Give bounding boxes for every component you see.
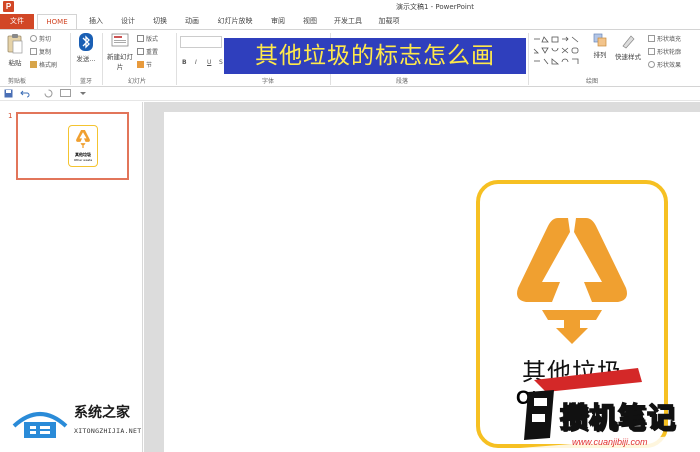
watermark-right-url: www.cuanjibiji.com [572, 437, 648, 447]
scissors-icon [30, 35, 37, 42]
format-painter-button[interactable]: 格式刷 [30, 60, 57, 69]
new-slide-button[interactable]: 新建幻灯片 [106, 33, 134, 71]
watermark-right-name: 攒机笔记 [559, 400, 677, 435]
pen-icon [648, 48, 655, 55]
section-icon [137, 61, 144, 68]
layout-button[interactable]: 版式 [137, 34, 158, 43]
xitongzhijia-logo-icon [12, 412, 68, 438]
tab-insert[interactable]: 插入 [84, 14, 108, 29]
copy-button[interactable]: 复制 [30, 47, 51, 56]
new-slide-icon [111, 33, 129, 47]
quick-access-toolbar [0, 87, 700, 101]
quick-styles-button[interactable]: 快速样式 [614, 33, 642, 61]
powerpoint-logo-icon[interactable]: P [3, 1, 14, 12]
reset-label: 重置 [146, 49, 159, 56]
shapes-gallery-icon[interactable] [532, 35, 584, 69]
title-bar: P 演示文稿1 - PowerPoint [0, 0, 700, 14]
bluetooth-group-label: 蓝牙 [80, 78, 93, 85]
quick-styles-icon [622, 35, 635, 49]
undo-icon[interactable] [20, 89, 30, 98]
ribbon-divider [528, 33, 529, 85]
layout-icon [137, 35, 144, 42]
cut-label: 剪切 [39, 36, 52, 43]
drawing-group-label: 绘图 [586, 78, 599, 85]
bluetooth-send-button[interactable]: 发送... [74, 33, 98, 63]
strikethrough-button[interactable]: S [219, 59, 223, 66]
brush-icon [30, 61, 37, 68]
bluetooth-send-label: 发送... [76, 55, 96, 63]
other-waste-symbol-icon[interactable] [516, 216, 628, 346]
ribbon-divider [102, 33, 103, 85]
copy-icon [30, 48, 37, 55]
reset-icon [137, 48, 144, 55]
tab-addins[interactable]: 加载项 [374, 14, 404, 29]
shape-outline-label: 形状轮廓 [657, 49, 682, 56]
cut-button[interactable]: 剪切 [30, 34, 51, 43]
italic-button[interactable]: I [195, 59, 197, 66]
slide-number: 1 [8, 112, 13, 120]
tab-slideshow[interactable]: 幻灯片放映 [212, 14, 258, 29]
shape-effects-label: 形状效果 [657, 62, 682, 69]
ribbon-divider [176, 33, 177, 85]
watermark-left-url: XITONGZHIJIA.NET [74, 427, 142, 435]
paste-icon [7, 34, 23, 54]
quick-styles-label: 快速样式 [615, 53, 641, 61]
ribbon-tabs: 文件 HOME 插入 设计 切换 动画 幻灯片放映 审阅 视图 开发工具 加载项 [0, 14, 700, 30]
watermark-xitongzhijia: 系统之家 XITONGZHIJIA.NET [10, 402, 160, 444]
bluetooth-icon [79, 33, 93, 51]
arrange-icon [593, 33, 607, 47]
article-title-banner: 其他垃圾的标志怎么画 [224, 38, 526, 74]
recycle-symbol-icon [76, 130, 90, 148]
shape-outline-button[interactable]: 形状轮廓 [648, 47, 681, 56]
shape-fill-button[interactable]: 形状填充 [648, 34, 681, 43]
slides-group-label: 幻灯片 [128, 78, 147, 85]
arrange-button[interactable]: 排列 [590, 33, 610, 59]
shape-fill-label: 形状填充 [657, 36, 682, 43]
tab-home[interactable]: HOME [37, 14, 77, 30]
copy-label: 复制 [39, 49, 52, 56]
arrange-label: 排列 [593, 51, 607, 59]
watermark-cuanjibiji: 攒机笔记 www.cuanjibiji.com [520, 368, 700, 452]
thumbnail-card: 其他垃圾 Other waste [68, 125, 98, 167]
section-button[interactable]: 节 [137, 60, 152, 69]
redo-icon[interactable] [44, 89, 53, 98]
font-group-label: 字体 [262, 78, 275, 85]
paste-button[interactable]: 粘贴 [4, 33, 26, 67]
slide-thumbnail[interactable]: 其他垃圾 Other waste [16, 112, 129, 180]
tab-design[interactable]: 设计 [116, 14, 140, 29]
tab-transitions[interactable]: 切换 [148, 14, 172, 29]
bold-button[interactable]: B [182, 59, 187, 66]
paragraph-group-label: 段落 [396, 78, 409, 85]
reset-button[interactable]: 重置 [137, 47, 158, 56]
tab-view[interactable]: 视图 [298, 14, 322, 29]
ribbon-divider [70, 33, 71, 85]
slides-pane: 1 其他垃圾 Other waste [0, 102, 143, 452]
underline-button[interactable]: U [207, 59, 211, 66]
window-title: 演示文稿1 - PowerPoint [396, 3, 474, 11]
new-slide-label: 新建幻灯片 [107, 53, 133, 71]
paint-bucket-icon [648, 35, 655, 42]
tab-review[interactable]: 审阅 [266, 14, 290, 29]
effects-icon [648, 61, 655, 68]
layout-label: 版式 [146, 36, 159, 43]
save-icon[interactable] [4, 89, 13, 98]
customize-toolbar-icon[interactable] [80, 91, 86, 96]
font-name-field[interactable] [180, 36, 222, 48]
tab-file[interactable]: 文件 [0, 14, 34, 29]
format-painter-label: 格式刷 [39, 62, 58, 69]
watermark-left-name: 系统之家 [74, 405, 130, 421]
tab-animations[interactable]: 动画 [180, 14, 204, 29]
paste-label: 粘贴 [8, 59, 22, 67]
tab-developer[interactable]: 开发工具 [330, 14, 366, 29]
start-slideshow-icon[interactable] [60, 89, 71, 98]
shape-effects-button[interactable]: 形状效果 [648, 60, 681, 69]
thumbnail-title-en: Other waste [73, 158, 93, 162]
section-label: 节 [146, 62, 153, 69]
clipboard-group-label: 剪贴板 [8, 78, 27, 85]
